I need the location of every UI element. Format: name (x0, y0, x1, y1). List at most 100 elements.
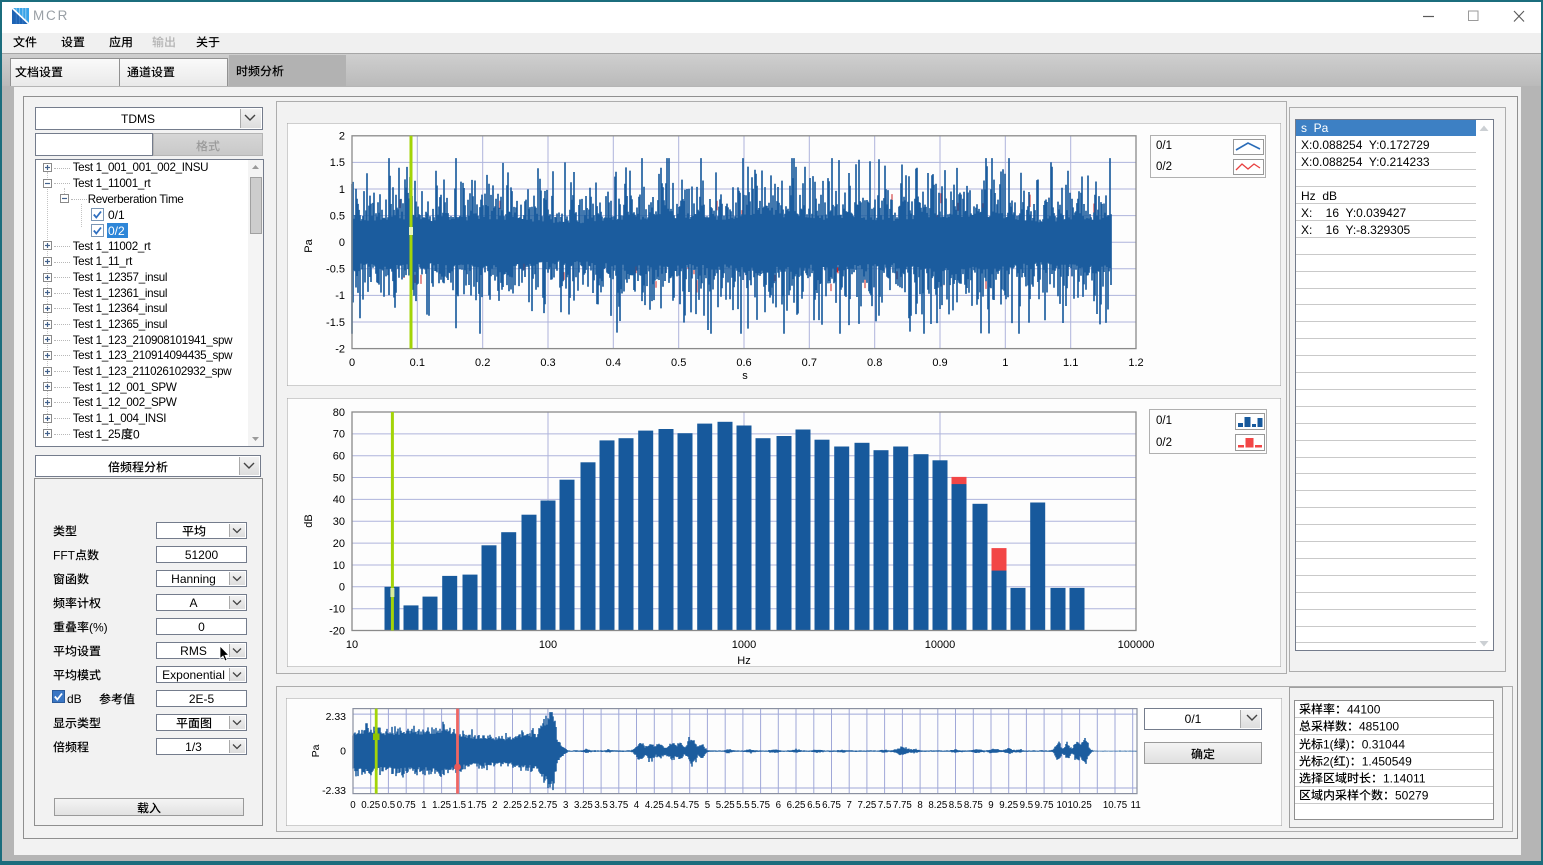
svg-text:s: s (742, 370, 748, 382)
svg-text:2.5: 2.5 (523, 800, 536, 811)
svg-text:8.75: 8.75 (963, 800, 982, 811)
svg-text:0: 0 (340, 746, 346, 758)
svg-text:7.5: 7.5 (877, 800, 890, 811)
svg-text:5: 5 (704, 800, 709, 811)
svg-text:1.75: 1.75 (467, 800, 486, 811)
svg-text:9: 9 (988, 800, 993, 811)
svg-text:0.8: 0.8 (867, 357, 882, 369)
svg-text:-20: -20 (329, 625, 345, 637)
svg-text:2.75: 2.75 (538, 800, 557, 811)
svg-text:5.75: 5.75 (751, 800, 770, 811)
svg-text:7: 7 (846, 800, 851, 811)
svg-text:1.5: 1.5 (452, 800, 465, 811)
svg-text:1.5: 1.5 (330, 157, 345, 169)
svg-text:0.3: 0.3 (540, 357, 555, 369)
svg-text:2: 2 (339, 131, 345, 143)
svg-text:2: 2 (492, 800, 497, 811)
svg-text:10000: 10000 (925, 639, 956, 651)
svg-text:0.7: 0.7 (802, 357, 817, 369)
svg-text:0: 0 (339, 582, 345, 594)
svg-text:80: 80 (333, 407, 345, 419)
svg-text:1: 1 (1002, 357, 1008, 369)
svg-text:dB: dB (303, 514, 315, 527)
svg-text:2(: 2( (1323, 754, 1334, 768)
svg-text:7.25: 7.25 (857, 800, 876, 811)
svg-text:3.5: 3.5 (594, 800, 607, 811)
svg-text:1.2: 1.2 (1128, 357, 1143, 369)
svg-text:9.75: 9.75 (1034, 800, 1053, 811)
svg-text:-0.5: -0.5 (326, 264, 345, 276)
svg-text:50: 50 (333, 472, 345, 484)
svg-text:6.75: 6.75 (822, 800, 841, 811)
svg-text:8.5: 8.5 (948, 800, 961, 811)
svg-text:60: 60 (333, 451, 345, 463)
svg-text:2.33: 2.33 (325, 711, 346, 723)
svg-text:6: 6 (775, 800, 780, 811)
svg-text:0.5: 0.5 (671, 357, 686, 369)
svg-text:30: 30 (333, 516, 345, 528)
svg-text:-2: -2 (335, 343, 345, 355)
svg-text:70: 70 (333, 429, 345, 441)
svg-text:1.1: 1.1 (1063, 357, 1078, 369)
svg-text:9.5: 9.5 (1019, 800, 1032, 811)
svg-text:0.2: 0.2 (475, 357, 490, 369)
svg-text:1.450549: 1.450549 (1362, 754, 1412, 768)
svg-text:3.25: 3.25 (573, 800, 592, 811)
svg-text:0: 0 (350, 800, 356, 811)
svg-text:1(: 1( (1323, 737, 1334, 751)
svg-text:0: 0 (339, 237, 345, 249)
svg-text:-10: -10 (329, 604, 345, 616)
svg-text:4.5: 4.5 (665, 800, 678, 811)
svg-text:50279: 50279 (1395, 788, 1429, 802)
svg-text:20: 20 (333, 538, 345, 550)
svg-text:(%): (%) (89, 620, 108, 634)
svg-text:0.5: 0.5 (381, 800, 394, 811)
svg-text:-2.33: -2.33 (322, 785, 346, 797)
svg-text:485100: 485100 (1359, 720, 1399, 734)
svg-text:5.25: 5.25 (715, 800, 734, 811)
svg-text:0.5: 0.5 (330, 210, 345, 222)
svg-text:40: 40 (333, 494, 345, 506)
svg-text:11: 11 (1130, 800, 1140, 811)
svg-text:0.31044: 0.31044 (1362, 737, 1406, 751)
svg-text:10.25: 10.25 (1067, 800, 1091, 811)
svg-text:3: 3 (563, 800, 568, 811)
svg-text:6.5: 6.5 (807, 800, 820, 811)
svg-text:10: 10 (346, 639, 358, 651)
svg-text:5.5: 5.5 (736, 800, 749, 811)
svg-text:Hz: Hz (737, 655, 750, 667)
svg-text:1.25: 1.25 (432, 800, 451, 811)
svg-text:10: 10 (333, 560, 345, 572)
svg-text:0.9: 0.9 (932, 357, 947, 369)
svg-text:2.25: 2.25 (503, 800, 522, 811)
svg-text:0.1: 0.1 (410, 357, 425, 369)
svg-text:4.75: 4.75 (680, 800, 699, 811)
svg-text:Pa: Pa (303, 238, 315, 252)
svg-text:-1: -1 (335, 290, 345, 302)
svg-text:0.25: 0.25 (361, 800, 380, 811)
svg-text:): ) (1346, 754, 1350, 768)
svg-text:1: 1 (421, 800, 426, 811)
svg-text:4: 4 (633, 800, 639, 811)
svg-text:8.25: 8.25 (928, 800, 947, 811)
svg-text:6.25: 6.25 (786, 800, 805, 811)
svg-text:-1.5: -1.5 (326, 317, 345, 329)
svg-text:3.75: 3.75 (609, 800, 628, 811)
svg-text:Pa: Pa (310, 744, 322, 757)
svg-text:0.75: 0.75 (396, 800, 415, 811)
svg-text:9.25: 9.25 (999, 800, 1018, 811)
svg-text:44100: 44100 (1347, 702, 1381, 716)
svg-text:1.14011: 1.14011 (1383, 771, 1426, 785)
svg-text:0: 0 (133, 427, 140, 441)
svg-text:1000: 1000 (732, 639, 756, 651)
svg-text:4.25: 4.25 (644, 800, 663, 811)
svg-text:0: 0 (349, 357, 355, 369)
svg-text:10.75: 10.75 (1102, 800, 1126, 811)
svg-text:100000: 100000 (1118, 639, 1155, 651)
svg-text:10: 10 (1056, 800, 1067, 811)
svg-text:FFT: FFT (53, 548, 76, 562)
svg-text:0.6: 0.6 (736, 357, 751, 369)
svg-text:100: 100 (539, 639, 557, 651)
svg-text:1: 1 (339, 184, 345, 196)
svg-text:): ) (1346, 737, 1350, 751)
